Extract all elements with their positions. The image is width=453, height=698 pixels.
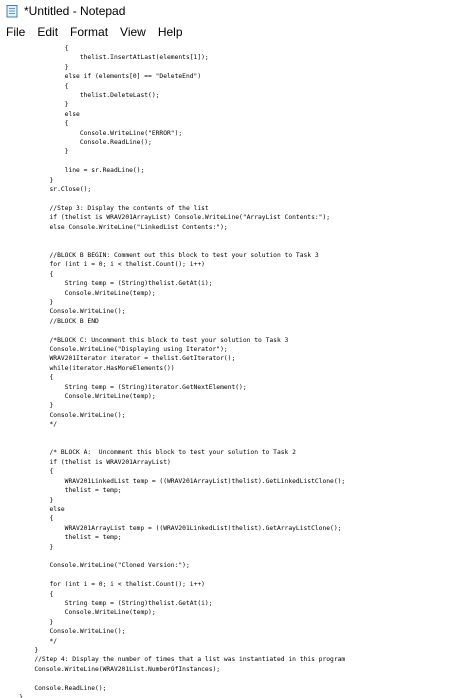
code-line: Console.WriteLine(temp); [4, 289, 156, 297]
code-line: } [4, 402, 54, 410]
menu-format[interactable]: Format [64, 25, 114, 39]
code-line: thelist = temp; [4, 534, 122, 542]
code-line: */ [4, 421, 58, 429]
code-line: WRAV201LinkedList temp = ((WRAV201ArrayL… [4, 477, 346, 485]
title-bar: *Untitled - Notepad [0, 0, 453, 22]
code-line: else [4, 505, 65, 513]
code-line: for (int i = 0; i < thelist.Count(); i++… [4, 581, 205, 589]
window-title: *Untitled - Notepad [24, 4, 126, 18]
editor-text[interactable]: { thelist.InsertAtLast(elements[1]); } e… [0, 42, 453, 698]
code-line: Console.ReadLine(); [4, 139, 152, 147]
code-line: String temp = (String)thelist.GetAt(i); [4, 280, 213, 288]
code-line: String temp = (String)thelist.GetAt(i); [4, 599, 213, 607]
code-line: /* BLOCK A: Uncomment this block to test… [4, 449, 296, 457]
text-editor[interactable]: { thelist.InsertAtLast(elements[1]); } e… [0, 42, 453, 698]
code-line: } [4, 496, 54, 504]
menu-view[interactable]: View [114, 25, 152, 39]
code-line: { [4, 45, 69, 52]
code-line: else Console.WriteLine("LinkedList Conte… [4, 223, 228, 231]
code-line: //Step 4: Display the number of times th… [4, 656, 346, 664]
code-line: thelist = temp; [4, 487, 122, 495]
code-line: } [4, 647, 39, 654]
code-line: Console.WriteLine(WRAV201List.NumberOfIn… [4, 665, 221, 673]
code-line: Console.WriteLine(); [4, 411, 126, 419]
code-line: String temp = (String)iterator.GetNextEl… [4, 383, 247, 391]
code-line: Console.WriteLine("ERROR"); [4, 129, 183, 137]
code-line: { [4, 590, 54, 598]
code-line: } [4, 298, 54, 306]
code-line: Console.WriteLine(); [4, 628, 126, 636]
menu-help[interactable]: Help [152, 25, 189, 39]
code-line: } [4, 101, 69, 109]
code-line: { [4, 468, 54, 476]
code-line: WRAV201Iterator iterator = thelist.GetIt… [4, 355, 236, 363]
code-line: thelist.DeleteLast(); [4, 92, 160, 100]
code-line: { [4, 120, 69, 128]
code-line: Console.WriteLine(temp); [4, 609, 156, 617]
code-line: Console.ReadLine(); [4, 684, 107, 692]
code-line: //BLOCK B END [4, 317, 99, 325]
code-line: */ [4, 637, 58, 645]
code-line: Console.WriteLine("Displaying using Iter… [4, 346, 228, 353]
code-line: //BLOCK B BEGIN: Comment out this block … [4, 251, 319, 259]
code-line: for (int i = 0; i < thelist.Count(); i++… [4, 261, 205, 269]
code-line: { [4, 270, 54, 278]
code-line: Console.WriteLine(); [4, 308, 126, 316]
code-line: /*BLOCK C: Uncomment this block to test … [4, 336, 289, 344]
menu-file[interactable]: File [0, 25, 31, 39]
code-line: { [4, 374, 54, 382]
code-line: line = sr.ReadLine(); [4, 167, 145, 175]
code-line: while(iterator.HasMoreElements()) [4, 364, 175, 372]
code-line: } [4, 63, 69, 71]
code-line: WRAV201ArrayList temp = ((WRAV201LinkedL… [4, 524, 342, 532]
code-line: else [4, 110, 80, 118]
menu-edit[interactable]: Edit [31, 25, 64, 39]
code-line: { [4, 515, 54, 523]
code-line: Console.WriteLine("Cloned Version:"); [4, 562, 190, 570]
code-line: } [4, 618, 54, 626]
code-line: } [4, 148, 69, 156]
code-line: sr.Close(); [4, 186, 92, 194]
code-line: else if (elements[0] == "DeleteEnd") [4, 73, 202, 81]
code-line: } [4, 694, 23, 698]
code-line: Console.WriteLine(temp); [4, 393, 156, 401]
code-line: { [4, 82, 69, 90]
code-line: if (thelist is WRAV201ArrayList) [4, 458, 171, 466]
code-line: //Step 3: Display the contents of the li… [4, 204, 209, 212]
notepad-icon [6, 5, 18, 18]
code-line: if (thelist is WRAV201ArrayList) Console… [4, 214, 331, 222]
menu-bar: File Edit Format View Help [0, 22, 453, 42]
code-line: } [4, 176, 54, 184]
code-line: thelist.InsertAtLast(elements[1]); [4, 54, 209, 62]
code-line: } [4, 543, 54, 551]
